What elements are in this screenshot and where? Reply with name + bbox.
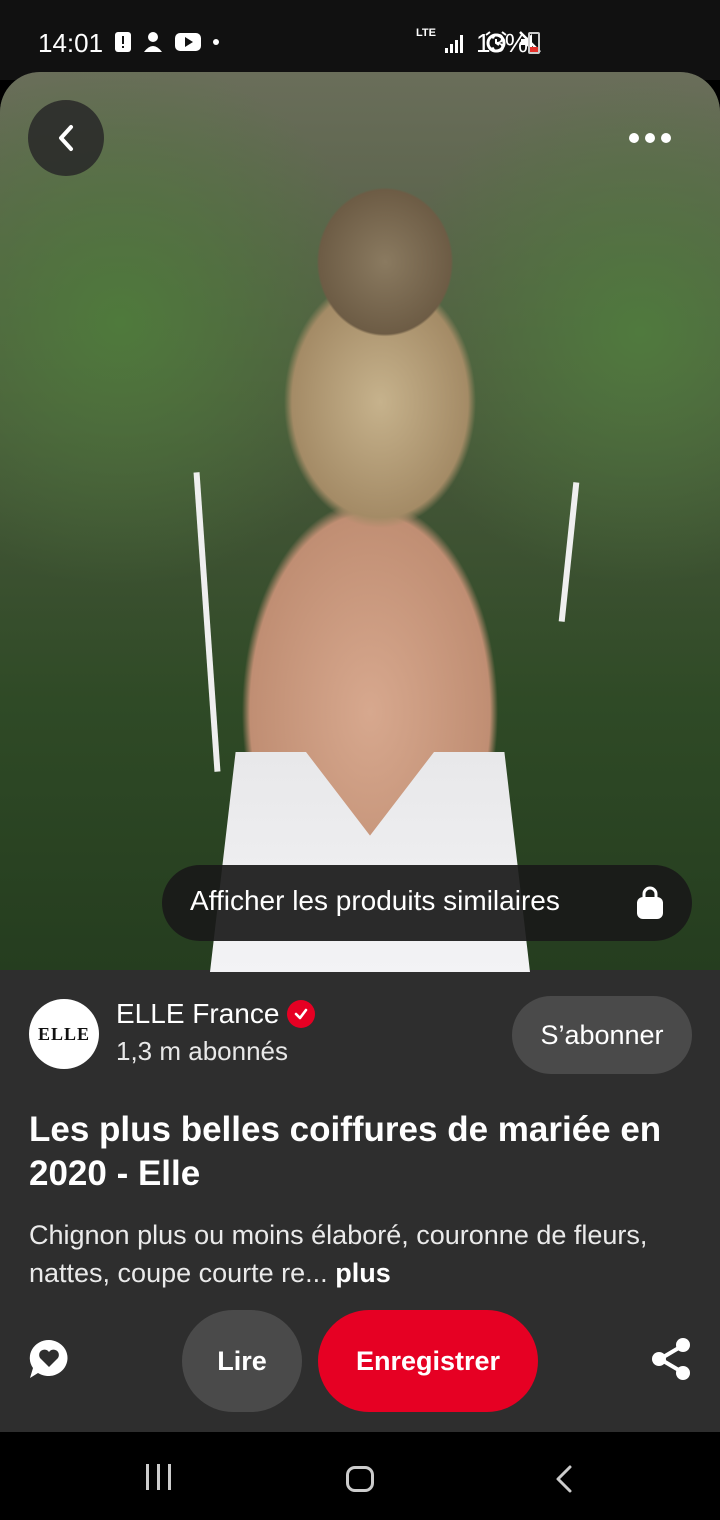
read-button[interactable]: Lire: [182, 1310, 302, 1412]
status-time: 14:01: [38, 28, 104, 58]
similar-products-label: Afficher les produits similaires: [190, 885, 560, 916]
profile-name-label: ELLE France: [116, 998, 280, 1029]
share-icon[interactable]: [648, 1336, 694, 1382]
follower-count: 1,3 m abonnés: [116, 1036, 289, 1066]
more-link[interactable]: plus: [335, 1258, 391, 1288]
recents-icon: [157, 1464, 160, 1490]
notification-icons: [114, 30, 220, 54]
pin-title: Les plus belles coiffures de mariée en 2…: [29, 1110, 662, 1193]
similar-products-button[interactable]: Afficher les produits similaires: [162, 865, 692, 941]
profile-name[interactable]: ELLE France: [116, 998, 316, 1030]
alert-icon: [115, 32, 131, 52]
comment-icon[interactable]: [26, 1336, 72, 1382]
back-nav-button[interactable]: [552, 1464, 576, 1494]
more-dot-icon: [661, 133, 671, 143]
dress-strap-right: [558, 482, 580, 622]
back-button[interactable]: [28, 100, 104, 176]
battery-percentage: 13%: [476, 28, 529, 58]
avatar[interactable]: ELLE: [29, 999, 99, 1069]
follow-button[interactable]: S’abonner: [512, 996, 692, 1074]
status-bar: 14:01 LTE 13%: [0, 0, 720, 80]
more-options-button[interactable]: [612, 100, 688, 176]
account-icon: [144, 32, 162, 52]
more-dot-icon: [629, 133, 639, 143]
chevron-left-icon: [59, 125, 73, 151]
home-button[interactable]: [346, 1466, 374, 1492]
signal-icon: [445, 35, 463, 53]
pin-image[interactable]: [0, 72, 720, 972]
recents-icon: [168, 1464, 171, 1490]
recents-icon: [146, 1464, 149, 1490]
shopping-bag-icon: [637, 886, 663, 919]
battery-icon: [528, 32, 540, 54]
pin-description: Chignon plus ou moins élaboré, couronne …: [29, 1216, 689, 1292]
dot-icon: [213, 39, 219, 45]
save-button[interactable]: Enregistrer: [318, 1310, 538, 1412]
network-type: LTE: [416, 27, 436, 39]
system-navigation-bar: [0, 1436, 720, 1520]
dress-strap-left: [193, 472, 221, 772]
more-dot-icon: [645, 133, 655, 143]
recents-button[interactable]: [146, 1464, 171, 1490]
pin-card: Afficher les produits similaires ELLE EL…: [0, 72, 720, 1432]
verified-check-icon: [287, 1000, 316, 1028]
youtube-icon: [175, 33, 201, 51]
